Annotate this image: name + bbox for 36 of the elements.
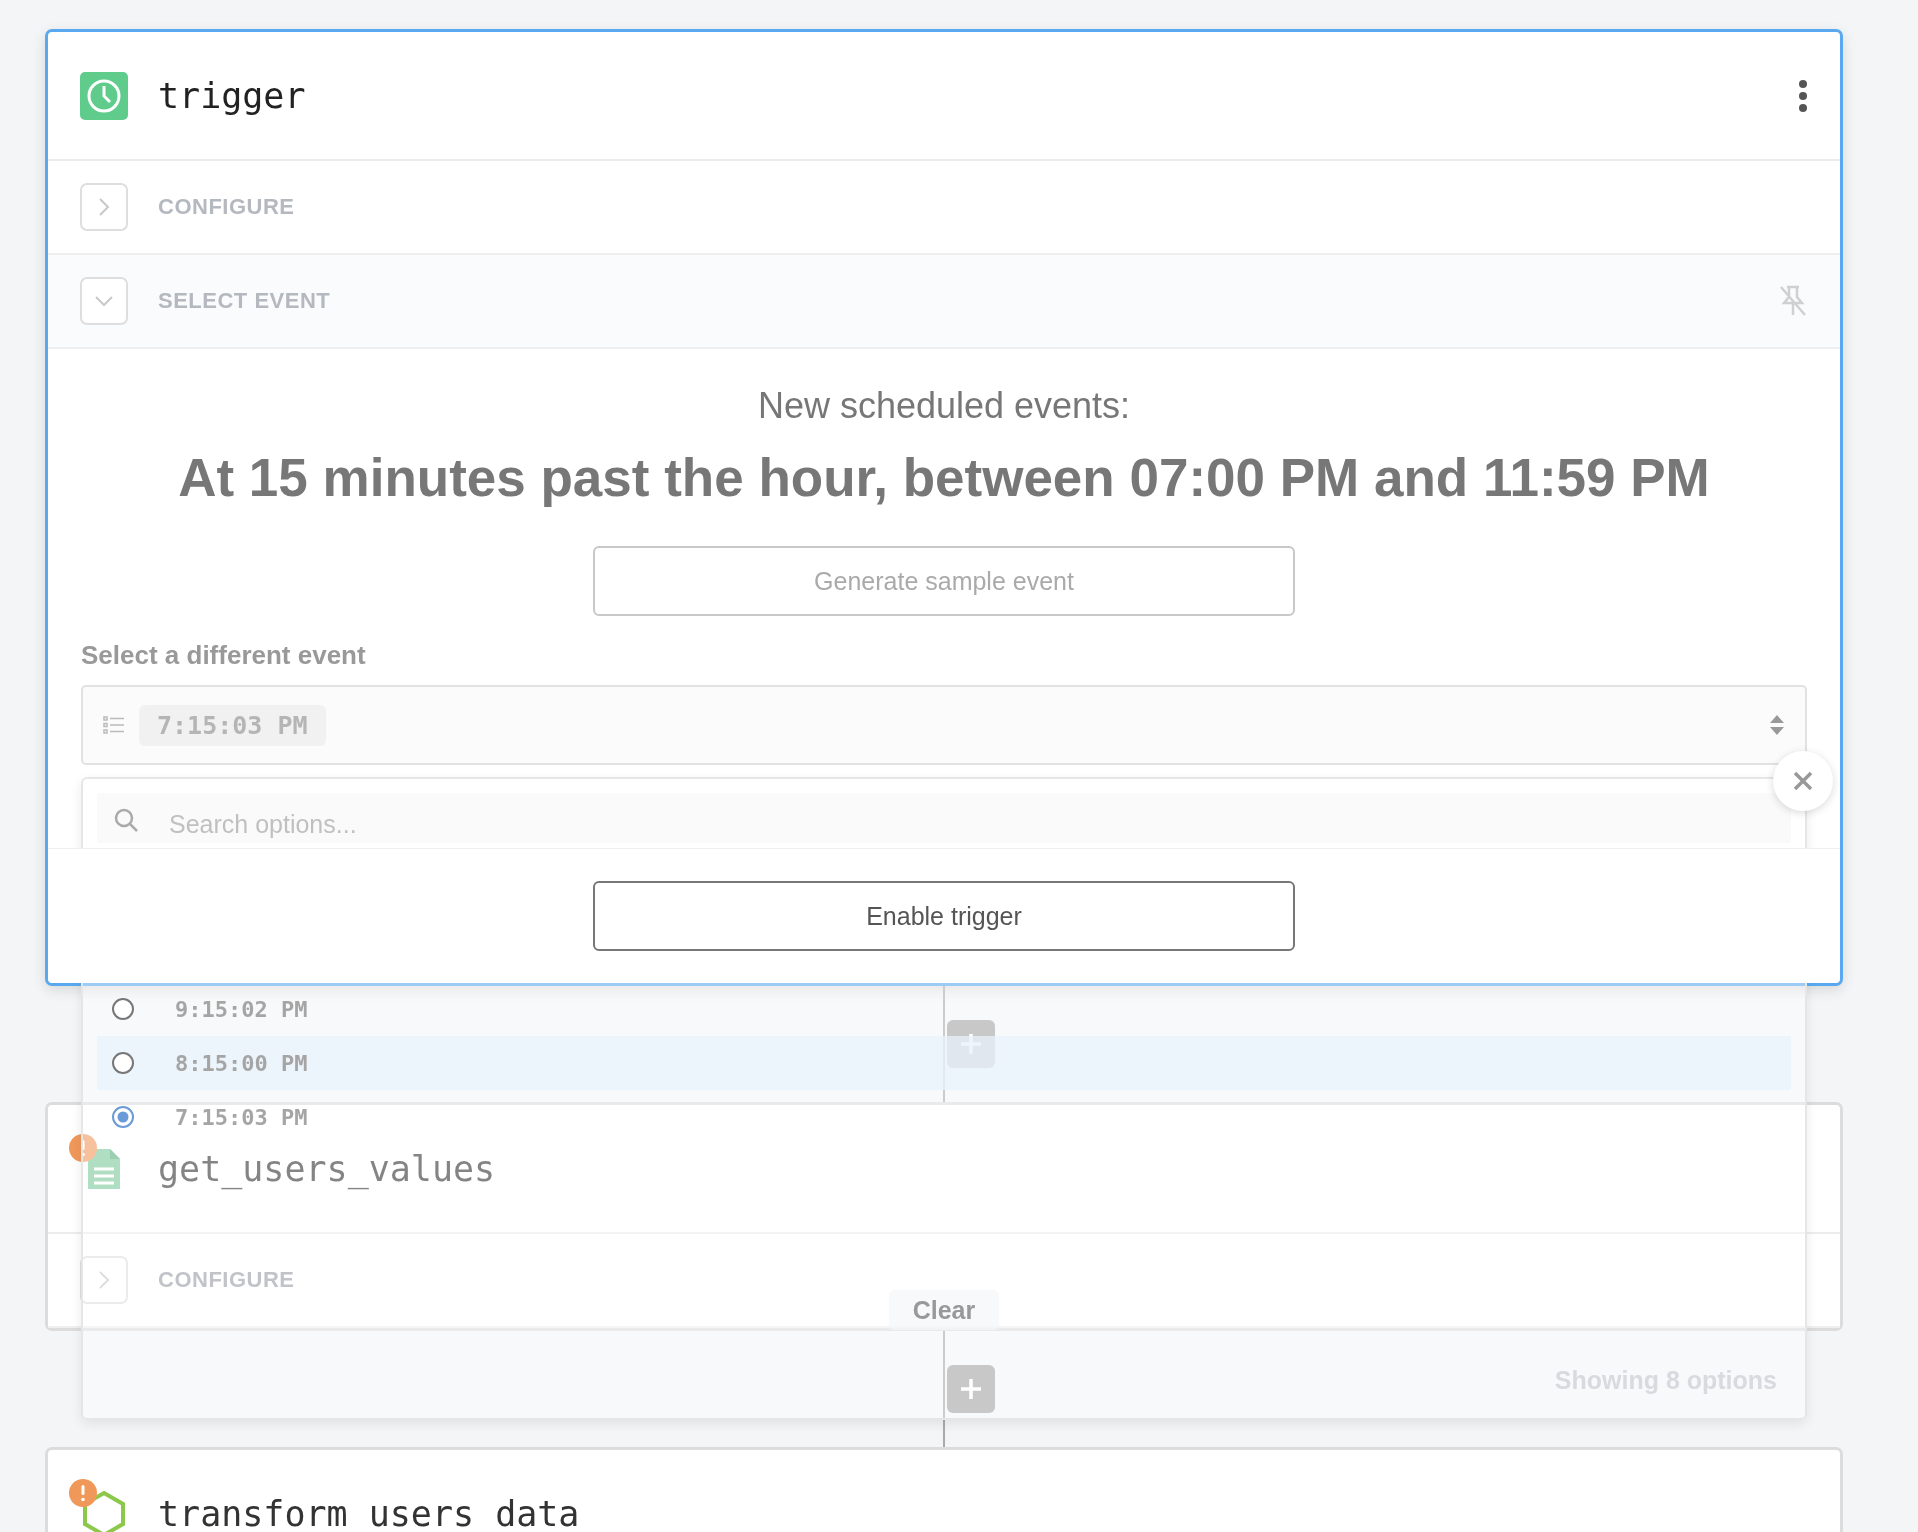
schedule-text: At 15 minutes past the hour, between 07:00 PM and 11:59 PM bbox=[178, 448, 1710, 508]
section-label: CONFIGURE bbox=[158, 1267, 295, 1293]
sort-icon bbox=[1769, 713, 1785, 737]
step-title: trigger bbox=[158, 75, 306, 116]
unpin-icon[interactable] bbox=[1778, 284, 1808, 318]
enable-trigger-button[interactable]: Enable trigger bbox=[593, 881, 1295, 951]
radio-button[interactable] bbox=[111, 997, 135, 1021]
generate-sample-button[interactable]: Generate sample event bbox=[593, 546, 1295, 616]
option-label: 9:15:02 PM bbox=[175, 996, 308, 1022]
list-icon bbox=[103, 716, 125, 734]
radio-button[interactable] bbox=[111, 1051, 135, 1075]
clock-icon bbox=[80, 71, 128, 120]
option-label: 8:15:00 PM bbox=[175, 1050, 308, 1076]
close-icon bbox=[1792, 770, 1814, 792]
add-step-button[interactable] bbox=[947, 1365, 995, 1413]
step-title: get_users_values bbox=[158, 1148, 496, 1189]
section-label: CONFIGURE bbox=[158, 194, 295, 220]
search-icon bbox=[113, 807, 139, 833]
option-item[interactable]: 7:15:03 PM bbox=[97, 1090, 1791, 1144]
select-label: Select a different event bbox=[81, 640, 366, 671]
event-select[interactable]: 7:15:03 PM bbox=[81, 685, 1807, 765]
more-icon[interactable] bbox=[1798, 78, 1808, 113]
option-label: 7:15:03 PM bbox=[175, 1104, 308, 1130]
step-title: transform_users_data bbox=[158, 1493, 580, 1532]
expand-toggle[interactable] bbox=[80, 277, 128, 325]
expand-toggle[interactable] bbox=[80, 1256, 128, 1304]
option-item[interactable]: 8:15:00 PM bbox=[97, 1036, 1791, 1090]
section-label: SELECT EVENT bbox=[158, 288, 331, 314]
search-field[interactable]: Search options... bbox=[97, 793, 1791, 843]
selected-value: 7:15:03 PM bbox=[139, 704, 326, 746]
events-heading: New scheduled events: bbox=[757, 384, 1131, 428]
plus-icon bbox=[959, 1377, 983, 1401]
expand-toggle[interactable] bbox=[80, 183, 128, 231]
option-item[interactable]: 9:15:02 PM bbox=[97, 982, 1791, 1036]
clear-button[interactable]: Clear bbox=[888, 1290, 1000, 1330]
hexagon-icon bbox=[80, 1489, 128, 1532]
